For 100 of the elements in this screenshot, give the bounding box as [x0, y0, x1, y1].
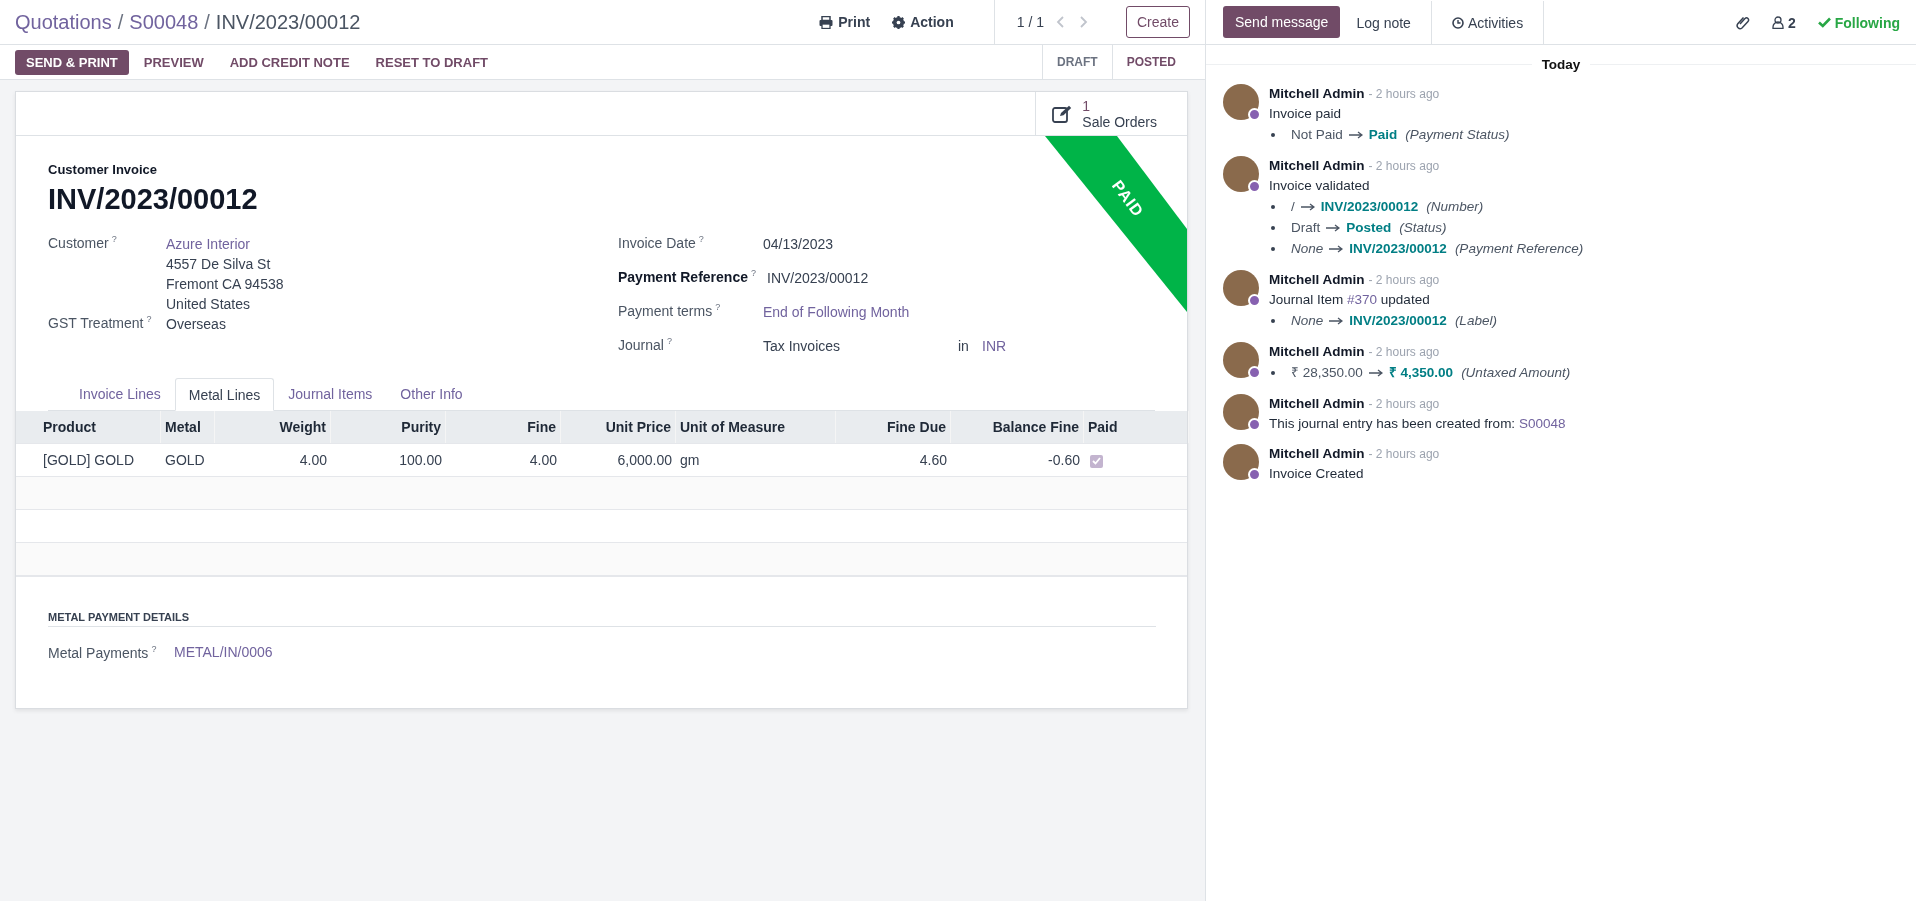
table-cell-text: 4.00	[298, 452, 328, 468]
field-link[interactable]: INR	[982, 336, 1007, 356]
column-header[interactable]: Fine Due	[836, 411, 951, 443]
breadcrumb-link[interactable]: Quotations	[15, 10, 112, 34]
field-label: GST Treatment	[48, 314, 144, 331]
activities-tab[interactable]: Activities	[1431, 1, 1545, 44]
help-tooltip[interactable]: ?	[750, 268, 756, 278]
breadcrumb-separator: /	[204, 10, 210, 34]
field-name: (Untaxed Amount)	[1461, 364, 1571, 382]
table-cell-text: 6,000.00	[616, 452, 673, 468]
send-message-button[interactable]: Send message	[1223, 6, 1341, 38]
breadcrumb-current: INV/2023/00012	[215, 10, 361, 34]
table-cell-text: 4.60	[918, 452, 948, 468]
new-value: Posted	[1346, 219, 1392, 237]
message-time: - 2 hours ago	[1368, 159, 1440, 173]
table-cell-text: [GOLD] GOLD	[42, 452, 136, 468]
table-cell-text: 100.00	[398, 452, 443, 468]
invoice-number: INV/2023/00012	[48, 183, 258, 216]
column-header[interactable]: Fine	[446, 411, 561, 443]
column-header[interactable]: Unit Price	[561, 411, 676, 443]
new-value: Paid	[1368, 126, 1398, 144]
message-time: - 2 hours ago	[1368, 87, 1440, 101]
field-name: (Payment Reference)	[1454, 240, 1584, 258]
field-link[interactable]: Azure Interior	[166, 234, 251, 254]
column-header[interactable]: Purity	[331, 411, 446, 443]
pager-value: 1 / 1	[1016, 14, 1044, 30]
date-separator: Today	[1541, 57, 1581, 72]
message-author: Mitchell Admin	[1269, 272, 1365, 287]
help-tooltip[interactable]: ?	[151, 644, 157, 654]
section-title: METAL PAYMENT DETAILS	[48, 611, 1156, 627]
message-time: - 2 hours ago	[1368, 345, 1440, 359]
column-header[interactable]: Weight	[215, 411, 331, 443]
column-header[interactable]: Product	[16, 411, 161, 443]
notebook-tab[interactable]: Invoice Lines	[65, 378, 175, 410]
action-button[interactable]: Action	[892, 14, 954, 30]
notebook-tab[interactable]: Other Info	[386, 378, 477, 410]
new-value: ₹ 4,350.00	[1388, 364, 1454, 382]
address-line: Fremont CA 94538	[166, 275, 285, 294]
message-time: - 2 hours ago	[1368, 447, 1440, 461]
field-label: Customer	[48, 234, 109, 251]
status-step[interactable]: DRAFT	[1043, 45, 1113, 79]
message-text: Journal Item #370 updated	[1269, 291, 1431, 309]
document-type: Customer Invoice	[48, 162, 159, 177]
field-label: Payment Reference	[618, 268, 748, 285]
status-step[interactable]: POSTED	[1112, 45, 1190, 79]
help-tooltip[interactable]: ?	[111, 234, 117, 244]
help-tooltip[interactable]: ?	[698, 234, 704, 244]
field-value: 04/13/2023	[763, 235, 834, 254]
message-time: - 2 hours ago	[1368, 273, 1440, 287]
field-link[interactable]: End of Following Month	[763, 302, 910, 322]
field-name: (Label)	[1454, 312, 1497, 330]
message-author: Mitchell Admin	[1269, 86, 1365, 101]
help-tooltip[interactable]: ?	[146, 314, 152, 324]
message-author: Mitchell Admin	[1269, 396, 1365, 411]
print-button[interactable]: Print	[819, 14, 871, 30]
send-print-button[interactable]: SEND & PRINT	[15, 49, 129, 75]
message-time: - 2 hours ago	[1368, 397, 1440, 411]
header-button[interactable]: RESET TO DRAFT	[364, 49, 500, 75]
header-button[interactable]: ADD CREDIT NOTE	[218, 49, 361, 75]
field-value: INV/2023/00012	[767, 269, 869, 288]
breadcrumb-separator: /	[117, 10, 124, 34]
column-header[interactable]: Paid	[1084, 411, 1189, 443]
create-button[interactable]: Create	[1125, 6, 1190, 38]
message-link[interactable]: S00048	[1518, 416, 1566, 431]
field-label: Payment terms	[618, 302, 713, 319]
field-value: Tax Invoices	[763, 337, 842, 356]
column-header[interactable]: Unit of Measure	[676, 411, 836, 443]
message-text: Invoice validated	[1269, 177, 1371, 195]
breadcrumb-link[interactable]: S00048	[129, 10, 199, 34]
message-author: Mitchell Admin	[1269, 446, 1365, 461]
table-cell-text: gm	[679, 452, 701, 468]
new-value: INV/2023/00012	[1349, 240, 1447, 258]
sale-orders-button[interactable]: 1 Sale Orders	[1035, 92, 1187, 135]
message-text: Invoice Created	[1269, 465, 1365, 483]
address-line: United States	[166, 295, 252, 314]
field-link[interactable]: METAL/IN/0006	[174, 644, 1155, 661]
notebook-tab[interactable]: Metal Lines	[174, 378, 275, 411]
field-name: (Payment Status)	[1405, 126, 1510, 144]
message-author: Mitchell Admin	[1269, 344, 1365, 359]
column-header[interactable]: Metal	[161, 411, 215, 443]
notebook-tab[interactable]: Journal Items	[274, 378, 387, 410]
table-cell-text: 4.00	[528, 452, 558, 468]
field-label: Journal	[618, 336, 664, 353]
help-tooltip[interactable]: ?	[666, 336, 672, 346]
log-note-tab[interactable]: Log note	[1340, 1, 1432, 44]
old-value: None	[1291, 240, 1324, 258]
field-value: Overseas	[166, 315, 226, 334]
help-tooltip[interactable]: ?	[715, 302, 721, 312]
message-link[interactable]: #370	[1347, 292, 1378, 307]
followers-button[interactable]: 2	[1771, 14, 1796, 31]
header-button[interactable]: PREVIEW	[132, 49, 215, 75]
old-value: Draft	[1291, 219, 1321, 237]
field-name: (Number)	[1426, 198, 1484, 216]
table-cell-text: GOLD	[164, 452, 206, 468]
old-value: None	[1291, 312, 1324, 330]
new-value: INV/2023/00012	[1320, 198, 1419, 216]
field-name: (Status)	[1399, 219, 1447, 237]
column-header[interactable]: Balance Fine	[951, 411, 1084, 443]
old-value: ₹ 28,350.00	[1291, 364, 1363, 382]
field-label: Metal Payments	[48, 644, 149, 661]
